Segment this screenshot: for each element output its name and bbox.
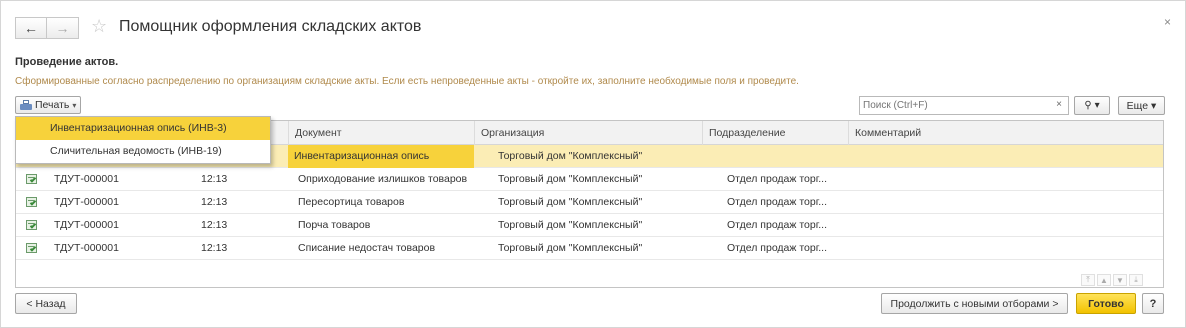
forward-arrow-button[interactable]: → xyxy=(47,17,79,39)
cell-organization: Торговый дом "Комплексный" xyxy=(498,196,643,208)
cell-organization: Торговый дом "Комплексный" xyxy=(498,173,643,185)
scroll-down-icon[interactable]: ▼ xyxy=(1113,274,1127,286)
printer-icon xyxy=(20,99,32,111)
search-input[interactable] xyxy=(863,100,1043,111)
cell-number: ТДУТ-000001 xyxy=(54,219,119,231)
done-button[interactable]: Готово xyxy=(1076,293,1136,314)
cell-time: 12:13 xyxy=(201,219,228,231)
scroll-up-icon[interactable]: ▲ xyxy=(1097,274,1111,286)
cell-time: 12:13 xyxy=(201,173,228,185)
chevron-down-icon: ▾ xyxy=(72,100,77,110)
page-title: Помощник оформления складских актов xyxy=(119,18,422,35)
table-row[interactable]: ТДУТ-000001 12:13 Списание недостач това… xyxy=(16,237,1163,260)
cell-number: ТДУТ-000001 xyxy=(54,173,119,185)
arrow-right-icon: → xyxy=(55,20,70,36)
assistant-window: ← → ☆ Помощник оформления складских акто… xyxy=(0,0,1186,328)
table-scroll-controls: ⤒ ▲ ▼ ⤓ xyxy=(1081,274,1143,286)
arrow-left-icon: ← xyxy=(24,20,38,36)
print-menu-item-inv19[interactable]: Сличительная ведомость (ИНВ-19) xyxy=(16,140,270,163)
section-title: Проведение актов. xyxy=(15,56,119,68)
print-button[interactable]: Печать ▾ xyxy=(15,96,82,114)
cell-number: ТДУТ-000001 xyxy=(54,196,119,208)
scroll-bottom-icon[interactable]: ⤓ xyxy=(1129,274,1143,286)
print-button-label: Печать xyxy=(35,99,70,111)
cell-time: 12:13 xyxy=(201,196,228,208)
posted-document-icon xyxy=(26,220,38,231)
print-menu-item-inv3[interactable]: Инвентаризационная опись (ИНВ-3) xyxy=(16,117,270,140)
cell-department: Отдел продаж торг... xyxy=(727,219,828,231)
print-menu: Инвентаризационная опись (ИНВ-3) Сличите… xyxy=(15,116,271,164)
cell-organization: Торговый дом "Комплексный" xyxy=(498,150,643,162)
more-button[interactable]: Еще ▾ xyxy=(1118,96,1165,115)
cell-organization: Торговый дом "Комплексный" xyxy=(498,242,643,254)
cell-time: 12:13 xyxy=(201,242,228,254)
continue-button[interactable]: Продолжить с новыми отборами > xyxy=(881,293,1068,314)
cell-organization: Торговый дом "Комплексный" xyxy=(498,219,643,231)
section-description: Сформированные согласно распределению по… xyxy=(15,76,799,87)
cell-department: Отдел продаж торг... xyxy=(727,242,828,254)
cell-document: Инвентаризационная опись xyxy=(288,145,474,168)
chevron-down-icon: ▾ xyxy=(1094,100,1100,111)
cell-department xyxy=(727,145,847,168)
cell-document: Оприходование излишков товаров xyxy=(298,173,468,185)
posted-document-icon xyxy=(26,174,38,185)
column-header-comment[interactable]: Комментарий xyxy=(848,121,1165,145)
column-header-department[interactable]: Подразделение xyxy=(702,121,848,145)
favorite-star-icon[interactable]: ☆ xyxy=(91,16,107,37)
column-header-organization[interactable]: Организация xyxy=(474,121,702,145)
search-icon: ⚲ xyxy=(1084,100,1092,111)
cell-number: ТДУТ-000001 xyxy=(54,242,119,254)
chevron-down-icon: ▾ xyxy=(1151,99,1157,112)
back-button[interactable]: < Назад xyxy=(15,293,77,314)
clear-search-icon[interactable]: × xyxy=(1056,99,1062,110)
more-button-label: Еще xyxy=(1126,99,1149,112)
posted-document-icon xyxy=(26,197,38,208)
back-arrow-button[interactable]: ← xyxy=(15,17,47,39)
nav-buttons: ← → xyxy=(15,17,79,39)
search-field[interactable]: × xyxy=(859,96,1069,115)
cell-document: Пересортица товаров xyxy=(298,196,405,208)
cell-document: Списание недостач товаров xyxy=(298,242,436,254)
table-row[interactable]: ТДУТ-000001 12:13 Оприходование излишков… xyxy=(16,168,1163,191)
table-row[interactable]: ТДУТ-000001 12:13 Пересортица товаров То… xyxy=(16,191,1163,214)
cell-department: Отдел продаж торг... xyxy=(727,196,828,208)
scroll-top-icon[interactable]: ⤒ xyxy=(1081,274,1095,286)
cell-department: Отдел продаж торг... xyxy=(727,173,828,185)
help-button[interactable]: ? xyxy=(1142,293,1164,314)
search-button[interactable]: ⚲ ▾ xyxy=(1074,96,1110,115)
table-row[interactable]: ТДУТ-000001 12:13 Порча товаров Торговый… xyxy=(16,214,1163,237)
column-header-document[interactable]: Документ xyxy=(288,121,474,145)
posted-document-icon xyxy=(26,243,38,254)
cell-document: Порча товаров xyxy=(298,219,371,231)
close-icon[interactable]: × xyxy=(1164,15,1171,29)
